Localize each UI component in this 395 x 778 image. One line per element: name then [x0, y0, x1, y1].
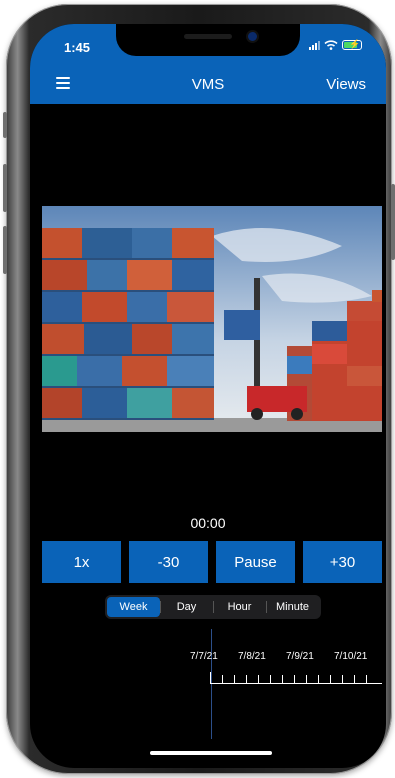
timeline-tick	[282, 675, 283, 684]
timeline-tick	[318, 675, 319, 684]
video-frame[interactable]	[42, 206, 382, 432]
mute-switch	[3, 112, 7, 138]
timeline-date-labels: 7/7/21 7/8/21 7/9/21 7/10/21	[190, 651, 386, 665]
segment-day[interactable]: Day	[160, 597, 213, 617]
power-button	[391, 184, 395, 260]
speaker-icon	[184, 34, 232, 39]
timeline-tick	[294, 675, 295, 684]
nav-bar: VMS Views	[30, 62, 386, 104]
timeline-tick	[354, 675, 355, 684]
timeline-tick	[246, 675, 247, 684]
container-stack-left	[42, 228, 214, 420]
front-camera-icon	[248, 32, 257, 41]
timeline-date-label: 7/9/21	[286, 651, 314, 662]
volume-down-button	[3, 226, 7, 274]
timeline-date-label: 7/10/21	[334, 651, 368, 662]
cellular-signal-icon	[309, 40, 320, 50]
forward-30-button[interactable]: +30	[303, 541, 382, 583]
notch	[116, 24, 300, 56]
timeline-baseline	[210, 683, 382, 684]
timeline-axis[interactable]	[210, 672, 382, 684]
phone-frame: 1:45 ⚡ VMS Views 00:00 1x -30 Pause +30 …	[3, 4, 395, 774]
volume-up-button	[3, 164, 7, 212]
timecode: 00:00	[190, 515, 226, 531]
timeline-date-label: 7/8/21	[238, 651, 266, 662]
rewind-30-button[interactable]: -30	[129, 541, 208, 583]
screen: 1:45 ⚡ VMS Views 00:00 1x -30 Pause +30 …	[30, 24, 386, 768]
timeline-playhead[interactable]	[211, 629, 212, 739]
timeline-tick	[270, 675, 271, 684]
status-icons: ⚡	[309, 39, 362, 50]
status-time: 1:45	[64, 40, 91, 55]
battery-charging-icon: ⚡	[342, 39, 362, 50]
timeline-tick	[258, 675, 259, 684]
segment-hour[interactable]: Hour	[213, 597, 266, 617]
timeline-tick	[222, 675, 223, 684]
timeline-tick	[330, 675, 331, 684]
timeline-tick	[306, 675, 307, 684]
segment-minute[interactable]: Minute	[266, 597, 319, 617]
playback-controls: 1x -30 Pause +30	[42, 541, 382, 583]
timeline-tick	[366, 675, 367, 684]
views-button[interactable]: Views	[326, 76, 366, 93]
speed-button[interactable]: 1x	[42, 541, 121, 583]
timeline-date-label: 7/7/21	[190, 651, 218, 662]
pause-button[interactable]: Pause	[216, 541, 295, 583]
timeline-scale-selector: Week Day Hour Minute	[105, 595, 321, 619]
timeline-tick	[234, 675, 235, 684]
segment-week[interactable]: Week	[107, 597, 160, 617]
timeline-tick	[210, 672, 211, 684]
home-indicator[interactable]	[150, 751, 272, 755]
timeline-tick	[342, 675, 343, 684]
wifi-icon	[324, 40, 338, 50]
